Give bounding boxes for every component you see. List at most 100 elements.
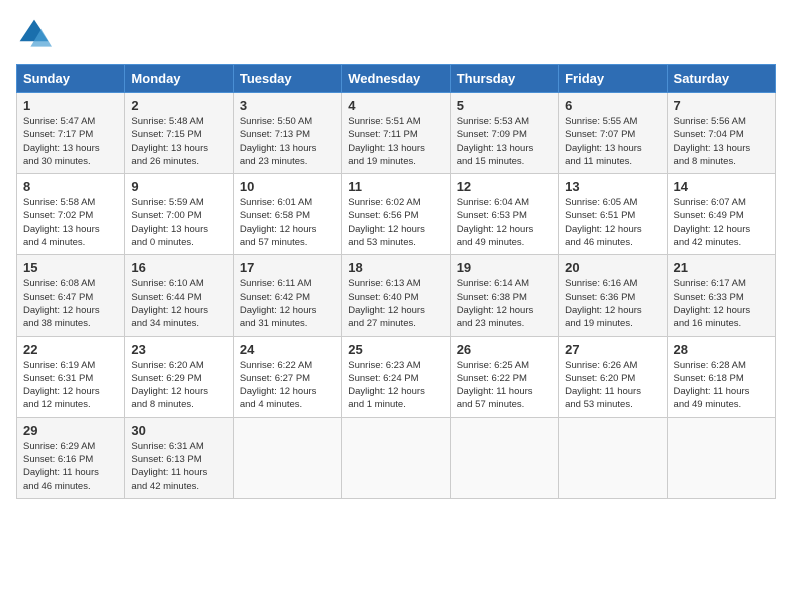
calendar-cell: 8 Sunrise: 5:58 AM Sunset: 7:02 PM Daylig…: [17, 174, 125, 255]
calendar-cell: 19Sunrise: 6:14 AM Sunset: 6:38 PM Dayli…: [450, 255, 558, 336]
day-number: 18: [348, 260, 443, 275]
day-info: Sunrise: 5:55 AM Sunset: 7:07 PM Dayligh…: [565, 115, 660, 168]
day-info: Sunrise: 5:47 AM Sunset: 7:17 PM Dayligh…: [23, 115, 118, 168]
calendar-table: SundayMondayTuesdayWednesdayThursdayFrid…: [16, 64, 776, 499]
weekday-header-friday: Friday: [559, 65, 667, 93]
calendar-cell: [342, 417, 450, 498]
calendar-cell: 23Sunrise: 6:20 AM Sunset: 6:29 PM Dayli…: [125, 336, 233, 417]
day-info: Sunrise: 6:31 AM Sunset: 6:13 PM Dayligh…: [131, 440, 226, 493]
calendar-cell: 20 Sunrise: 6:16 AM Sunset: 6:36 PM Dayli…: [559, 255, 667, 336]
calendar-cell: 4 Sunrise: 5:51 AM Sunset: 7:11 PM Daylig…: [342, 93, 450, 174]
day-number: 17: [240, 260, 335, 275]
day-info: Sunrise: 6:26 AM Sunset: 6:20 PM Dayligh…: [565, 359, 660, 412]
calendar-cell: 17 Sunrise: 6:11 AM Sunset: 6:42 PM Dayli…: [233, 255, 341, 336]
calendar-cell: [450, 417, 558, 498]
day-number: 13: [565, 179, 660, 194]
logo: [16, 16, 56, 52]
day-info: Sunrise: 6:05 AM Sunset: 6:51 PM Dayligh…: [565, 196, 660, 249]
calendar-week-5: 29Sunrise: 6:29 AM Sunset: 6:16 PM Dayli…: [17, 417, 776, 498]
day-number: 16: [131, 260, 226, 275]
page-header: [16, 16, 776, 52]
day-number: 14: [674, 179, 769, 194]
calendar-cell: 15Sunrise: 6:08 AM Sunset: 6:47 PM Dayli…: [17, 255, 125, 336]
calendar-cell: 30 Sunrise: 6:31 AM Sunset: 6:13 PM Dayli…: [125, 417, 233, 498]
calendar-cell: 14 Sunrise: 6:07 AM Sunset: 6:49 PM Dayli…: [667, 174, 775, 255]
weekday-header-tuesday: Tuesday: [233, 65, 341, 93]
day-info: Sunrise: 6:01 AM Sunset: 6:58 PM Dayligh…: [240, 196, 335, 249]
calendar-week-2: 8 Sunrise: 5:58 AM Sunset: 7:02 PM Daylig…: [17, 174, 776, 255]
weekday-header-wednesday: Wednesday: [342, 65, 450, 93]
weekday-header-monday: Monday: [125, 65, 233, 93]
weekday-header-thursday: Thursday: [450, 65, 558, 93]
day-info: Sunrise: 6:13 AM Sunset: 6:40 PM Dayligh…: [348, 277, 443, 330]
day-info: Sunrise: 6:17 AM Sunset: 6:33 PM Dayligh…: [674, 277, 769, 330]
day-number: 24: [240, 342, 335, 357]
day-number: 9: [131, 179, 226, 194]
day-info: Sunrise: 5:58 AM Sunset: 7:02 PM Dayligh…: [23, 196, 118, 249]
day-info: Sunrise: 6:04 AM Sunset: 6:53 PM Dayligh…: [457, 196, 552, 249]
day-info: Sunrise: 5:51 AM Sunset: 7:11 PM Dayligh…: [348, 115, 443, 168]
calendar-cell: 24 Sunrise: 6:22 AM Sunset: 6:27 PM Dayli…: [233, 336, 341, 417]
day-number: 4: [348, 98, 443, 113]
day-number: 3: [240, 98, 335, 113]
weekday-header-sunday: Sunday: [17, 65, 125, 93]
calendar-cell: 5 Sunrise: 5:53 AM Sunset: 7:09 PM Daylig…: [450, 93, 558, 174]
day-number: 7: [674, 98, 769, 113]
calendar-cell: [559, 417, 667, 498]
calendar-cell: 6 Sunrise: 5:55 AM Sunset: 7:07 PM Daylig…: [559, 93, 667, 174]
day-info: Sunrise: 6:25 AM Sunset: 6:22 PM Dayligh…: [457, 359, 552, 412]
calendar-cell: 3 Sunrise: 5:50 AM Sunset: 7:13 PM Daylig…: [233, 93, 341, 174]
weekday-header-saturday: Saturday: [667, 65, 775, 93]
calendar-cell: 25 Sunrise: 6:23 AM Sunset: 6:24 PM Dayli…: [342, 336, 450, 417]
day-info: Sunrise: 6:20 AM Sunset: 6:29 PM Dayligh…: [131, 359, 226, 412]
day-number: 19: [457, 260, 552, 275]
day-info: Sunrise: 5:48 AM Sunset: 7:15 PM Dayligh…: [131, 115, 226, 168]
calendar-week-1: 1 Sunrise: 5:47 AM Sunset: 7:17 PM Daylig…: [17, 93, 776, 174]
day-number: 20: [565, 260, 660, 275]
calendar-cell: 21 Sunrise: 6:17 AM Sunset: 6:33 PM Dayli…: [667, 255, 775, 336]
day-number: 11: [348, 179, 443, 194]
day-number: 29: [23, 423, 118, 438]
day-info: Sunrise: 6:16 AM Sunset: 6:36 PM Dayligh…: [565, 277, 660, 330]
calendar-cell: 22Sunrise: 6:19 AM Sunset: 6:31 PM Dayli…: [17, 336, 125, 417]
calendar-cell: 7Sunrise: 5:56 AM Sunset: 7:04 PM Daylig…: [667, 93, 775, 174]
day-number: 12: [457, 179, 552, 194]
calendar-week-3: 15Sunrise: 6:08 AM Sunset: 6:47 PM Dayli…: [17, 255, 776, 336]
day-info: Sunrise: 6:28 AM Sunset: 6:18 PM Dayligh…: [674, 359, 769, 412]
calendar-week-4: 22Sunrise: 6:19 AM Sunset: 6:31 PM Dayli…: [17, 336, 776, 417]
day-number: 30: [131, 423, 226, 438]
calendar-cell: 11 Sunrise: 6:02 AM Sunset: 6:56 PM Dayli…: [342, 174, 450, 255]
calendar-cell: 13 Sunrise: 6:05 AM Sunset: 6:51 PM Dayli…: [559, 174, 667, 255]
calendar-cell: 1 Sunrise: 5:47 AM Sunset: 7:17 PM Daylig…: [17, 93, 125, 174]
day-number: 26: [457, 342, 552, 357]
day-info: Sunrise: 6:22 AM Sunset: 6:27 PM Dayligh…: [240, 359, 335, 412]
calendar-cell: 9 Sunrise: 5:59 AM Sunset: 7:00 PM Daylig…: [125, 174, 233, 255]
day-info: Sunrise: 6:02 AM Sunset: 6:56 PM Dayligh…: [348, 196, 443, 249]
day-info: Sunrise: 6:10 AM Sunset: 6:44 PM Dayligh…: [131, 277, 226, 330]
day-number: 8: [23, 179, 118, 194]
day-number: 10: [240, 179, 335, 194]
day-number: 15: [23, 260, 118, 275]
day-number: 27: [565, 342, 660, 357]
day-info: Sunrise: 5:50 AM Sunset: 7:13 PM Dayligh…: [240, 115, 335, 168]
calendar-cell: 26 Sunrise: 6:25 AM Sunset: 6:22 PM Dayli…: [450, 336, 558, 417]
calendar-cell: [667, 417, 775, 498]
calendar-cell: 29Sunrise: 6:29 AM Sunset: 6:16 PM Dayli…: [17, 417, 125, 498]
day-info: Sunrise: 6:11 AM Sunset: 6:42 PM Dayligh…: [240, 277, 335, 330]
weekday-header-row: SundayMondayTuesdayWednesdayThursdayFrid…: [17, 65, 776, 93]
logo-icon: [16, 16, 52, 52]
day-info: Sunrise: 5:59 AM Sunset: 7:00 PM Dayligh…: [131, 196, 226, 249]
day-info: Sunrise: 6:19 AM Sunset: 6:31 PM Dayligh…: [23, 359, 118, 412]
day-number: 1: [23, 98, 118, 113]
day-number: 5: [457, 98, 552, 113]
day-info: Sunrise: 5:53 AM Sunset: 7:09 PM Dayligh…: [457, 115, 552, 168]
day-info: Sunrise: 6:07 AM Sunset: 6:49 PM Dayligh…: [674, 196, 769, 249]
day-info: Sunrise: 6:23 AM Sunset: 6:24 PM Dayligh…: [348, 359, 443, 412]
day-number: 21: [674, 260, 769, 275]
day-number: 6: [565, 98, 660, 113]
calendar-cell: [233, 417, 341, 498]
day-number: 25: [348, 342, 443, 357]
calendar-cell: 28Sunrise: 6:28 AM Sunset: 6:18 PM Dayli…: [667, 336, 775, 417]
calendar-cell: 27 Sunrise: 6:26 AM Sunset: 6:20 PM Dayli…: [559, 336, 667, 417]
calendar-cell: 2Sunrise: 5:48 AM Sunset: 7:15 PM Daylig…: [125, 93, 233, 174]
